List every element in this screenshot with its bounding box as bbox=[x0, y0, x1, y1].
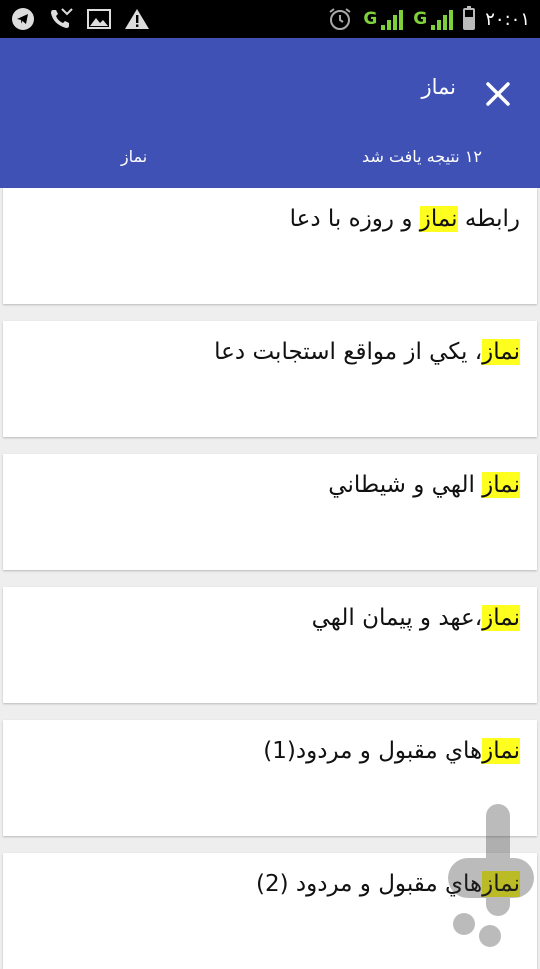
result-title: نماز،عهد و پيمان الهي bbox=[311, 605, 520, 631]
result-card[interactable]: نماز،عهد و پيمان الهي bbox=[3, 587, 537, 703]
signal-icon: G bbox=[413, 8, 454, 30]
match-highlight: نماز bbox=[482, 605, 520, 631]
match-highlight: نماز bbox=[419, 206, 458, 232]
result-card[interactable]: نماز الهي و شيطاني bbox=[3, 454, 537, 570]
results-count: ۱۲ نتیجه یافت شد bbox=[362, 147, 482, 166]
image-icon bbox=[86, 6, 112, 32]
match-highlight: نماز bbox=[482, 738, 520, 764]
result-title: نمازهاي مقبول و مردود(1) bbox=[263, 738, 520, 764]
result-card[interactable]: نمازهاي مقبول و مردود(1) bbox=[3, 720, 537, 836]
clock: ۲۰:۰۱ bbox=[485, 8, 530, 30]
page-title: نماز bbox=[421, 75, 456, 99]
signal-icon: G bbox=[363, 8, 404, 30]
alarm-icon bbox=[327, 6, 353, 32]
result-card[interactable]: نماز، يکي از مواقع استجابت دعا bbox=[3, 321, 537, 437]
result-title: نماز الهي و شيطاني bbox=[328, 472, 520, 498]
status-bar-notifications bbox=[10, 6, 150, 32]
match-highlight: نماز bbox=[482, 871, 520, 897]
result-title: رابطه نماز و روزه با دعا bbox=[289, 206, 520, 232]
search-app-bar: نماز ۱۲ نتیجه یافت شد نماز bbox=[0, 38, 540, 188]
missed-call-icon bbox=[48, 6, 74, 32]
close-icon bbox=[486, 82, 510, 106]
status-bar: G G ۲۰:۰۱ bbox=[0, 0, 540, 38]
result-title: نمازهاي مقبول و مردود (2) bbox=[255, 871, 520, 897]
match-highlight: نماز bbox=[482, 472, 520, 498]
close-button[interactable] bbox=[480, 76, 516, 112]
result-title: نماز، يکي از مواقع استجابت دعا bbox=[214, 339, 520, 365]
telegram-icon bbox=[10, 6, 36, 32]
result-card[interactable]: رابطه نماز و روزه با دعا bbox=[3, 188, 537, 304]
search-query: نماز bbox=[120, 147, 148, 166]
result-card[interactable]: نمازهاي مقبول و مردود (2) bbox=[3, 853, 537, 969]
match-highlight: نماز bbox=[482, 339, 520, 365]
status-bar-system: G G ۲۰:۰۱ bbox=[327, 6, 530, 32]
warning-icon bbox=[124, 6, 150, 32]
battery-icon bbox=[463, 6, 476, 30]
